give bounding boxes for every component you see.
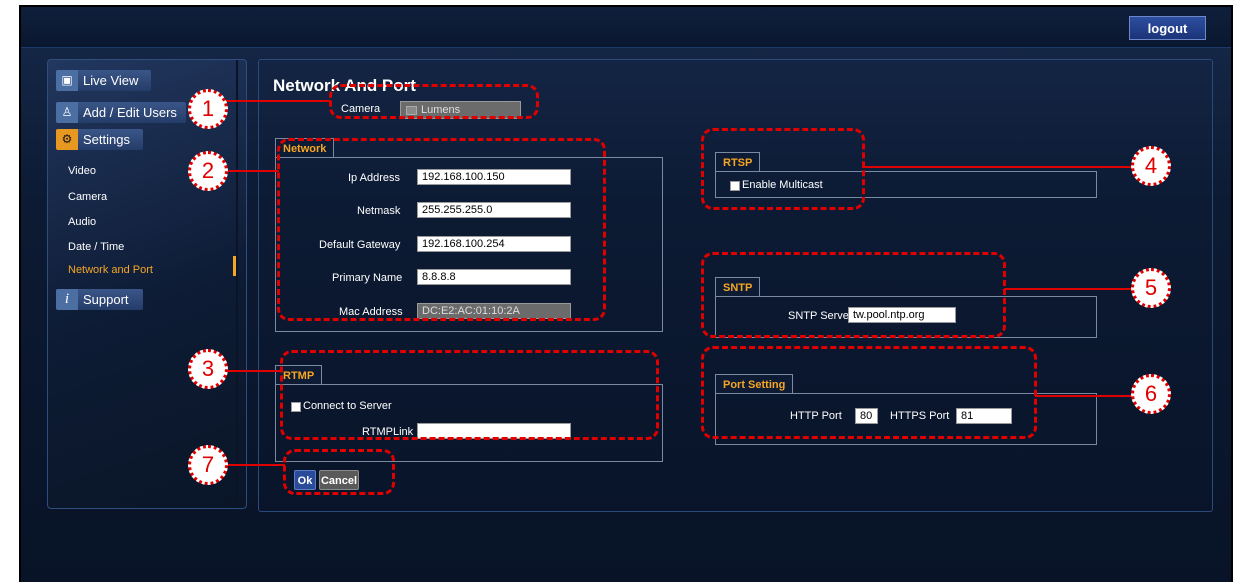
sidebar-subitem-network-and-port[interactable]: Network and Port (68, 264, 153, 276)
sidebar-item-add-edit-users[interactable]: ♙ Add / Edit Users (56, 102, 186, 123)
callout-box-1 (329, 84, 539, 119)
sidebar-item-label: Support (83, 292, 129, 307)
callout-number-3: 3 (188, 349, 228, 389)
top-bar: logout (21, 7, 1231, 48)
sidebar-item-settings[interactable]: ⚙ Settings (56, 129, 143, 150)
logout-button[interactable]: logout (1129, 16, 1206, 40)
callout-number-7: 7 (188, 445, 228, 485)
callout-leader-6 (1035, 395, 1132, 397)
sidebar-item-label: Live View (83, 73, 139, 88)
callout-number-6: 6 (1131, 374, 1171, 414)
video-icon: ▣ (56, 70, 78, 91)
callout-number-4: 4 (1131, 146, 1171, 186)
callout-number-5: 5 (1131, 268, 1171, 308)
sidebar-item-live-view[interactable]: ▣ Live View (56, 70, 151, 91)
sidebar-divider (236, 60, 238, 508)
sidebar-subitem-date-time[interactable]: Date / Time (68, 241, 124, 253)
callout-box-4 (701, 128, 865, 210)
user-icon: ♙ (56, 102, 78, 123)
callout-leader-1 (225, 100, 331, 102)
sidebar-item-label: Settings (83, 132, 130, 147)
callout-leader-5 (1004, 288, 1132, 290)
sidebar-item-label: Add / Edit Users (83, 105, 177, 120)
callout-box-7 (283, 449, 395, 495)
callout-box-5 (701, 252, 1006, 338)
callout-number-2: 2 (188, 151, 228, 191)
callout-box-6 (701, 346, 1037, 439)
info-icon: i (56, 289, 78, 310)
sidebar-subitem-video[interactable]: Video (68, 165, 96, 177)
callout-leader-2 (225, 170, 279, 172)
active-indicator (233, 256, 236, 276)
sidebar-subitem-audio[interactable]: Audio (68, 216, 96, 228)
settings-icon: ⚙ (56, 129, 78, 150)
sidebar-subitem-camera[interactable]: Camera (68, 191, 107, 203)
callout-leader-4 (862, 166, 1132, 168)
callout-box-3 (280, 350, 659, 440)
sidebar-item-support[interactable]: i Support (56, 289, 143, 310)
callout-box-2 (277, 138, 606, 321)
callout-leader-3 (225, 370, 282, 372)
callout-number-1: 1 (188, 89, 228, 129)
callout-leader-7 (225, 464, 285, 466)
